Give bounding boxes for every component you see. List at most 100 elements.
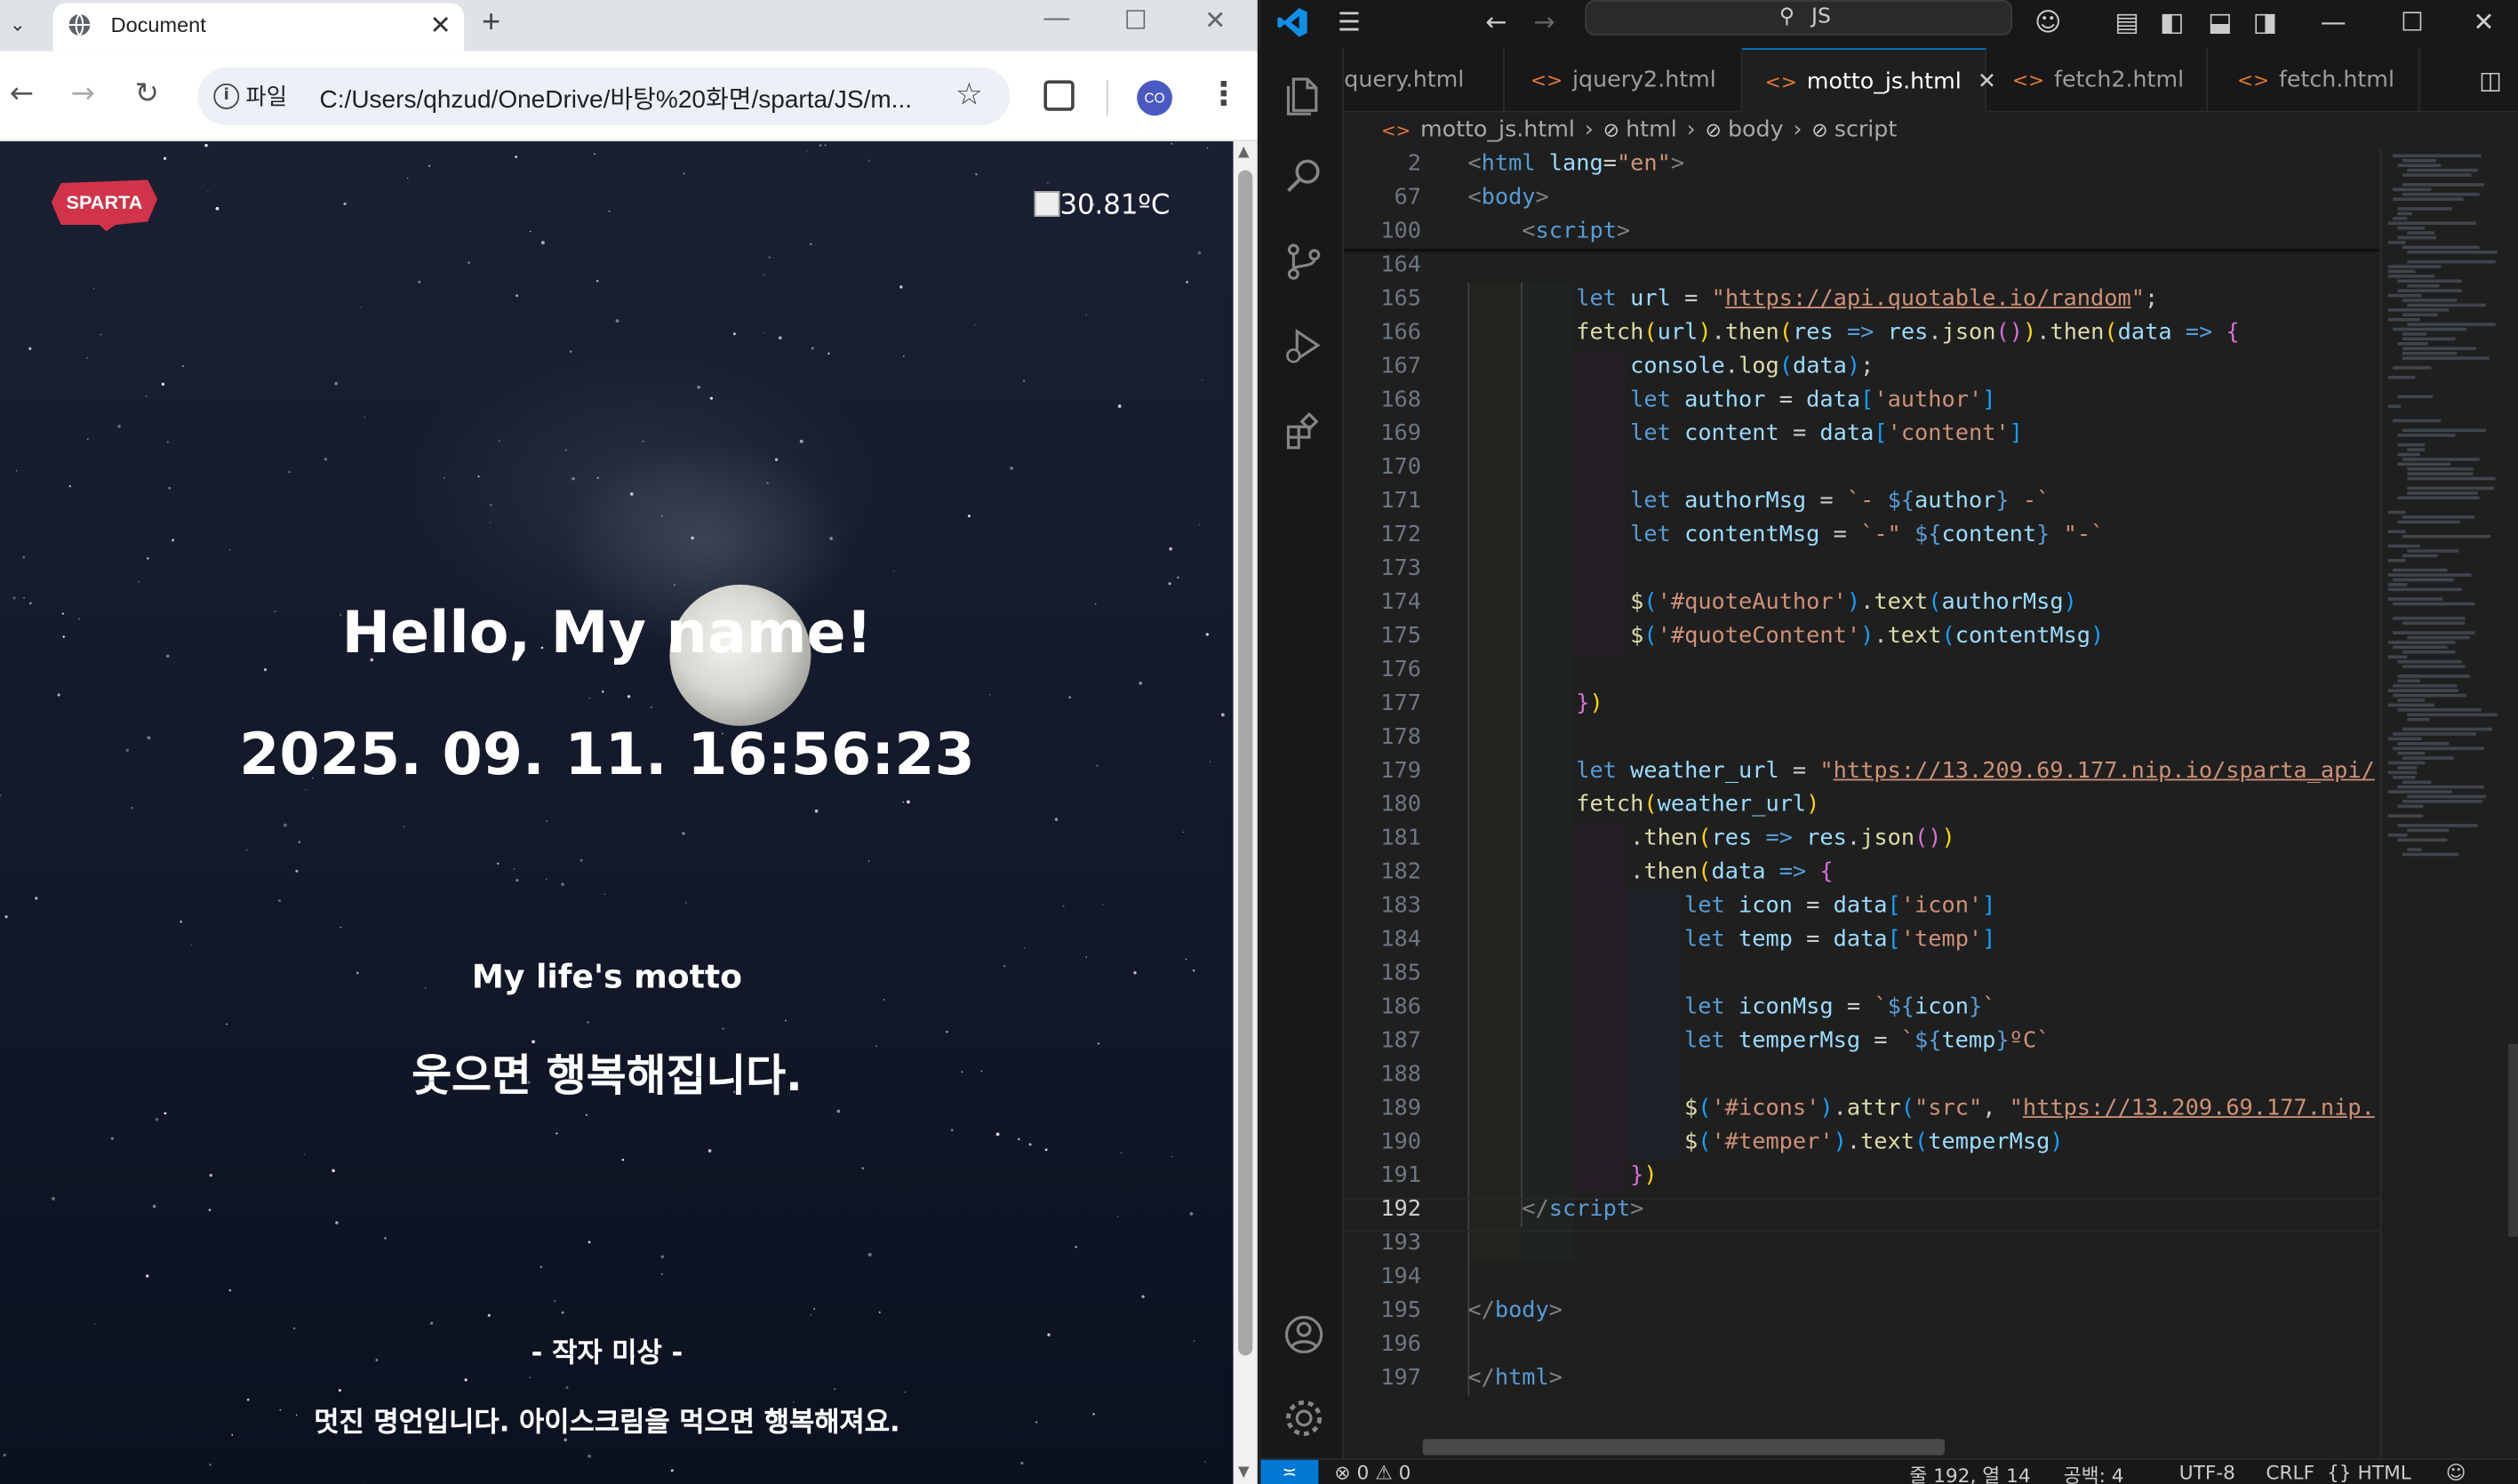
scroll-thumb[interactable] — [1238, 170, 1253, 1356]
toggle-sidebar-icon[interactable]: ◧ — [2160, 6, 2184, 36]
minimap-line — [2387, 317, 2421, 322]
code-line: 184 let temp = data['temp'] — [1380, 926, 1996, 953]
copilot-icon[interactable]: ☺ — [2034, 6, 2061, 36]
minimap-line — [2397, 207, 2453, 211]
code-line: 169 let content = data['content'] — [1380, 420, 2023, 447]
accounts-icon[interactable] — [1283, 1313, 1325, 1355]
editor-vertical-scrollbar[interactable] — [2508, 1043, 2518, 1237]
site-info-icon[interactable]: i — [213, 83, 240, 109]
code-line: 197 </html> — [1380, 1365, 1563, 1392]
source-control-icon[interactable] — [1283, 241, 1325, 283]
minimap-line — [2402, 183, 2485, 187]
minimap-line — [2407, 303, 2487, 307]
browser-tab[interactable]: Document ✕ — [52, 3, 465, 52]
minimap-line — [2402, 727, 2492, 731]
page-scrollbar[interactable]: ▲ ▼ — [1233, 141, 1258, 1484]
bookmark-star-icon[interactable]: ☆ — [955, 77, 983, 113]
code-line: 183 let icon = data['icon'] — [1380, 892, 1996, 919]
menu-hamburger-icon[interactable]: ☰ — [1338, 6, 1361, 36]
minimize-button[interactable]: — — [1043, 4, 1069, 34]
minimap-line — [2393, 746, 2485, 751]
eol-status[interactable]: CRLF — [2266, 1462, 2314, 1484]
close-window-button[interactable]: ✕ — [1204, 4, 1226, 36]
breadcrumb-body[interactable]: body — [1728, 117, 1784, 143]
profile-avatar[interactable]: CO — [1137, 80, 1172, 116]
command-center-search[interactable]: ⚲ JS — [1585, 0, 2012, 36]
url-text[interactable]: C:/Users/qhzud/OneDrive/바탕%20화면/sparta/J… — [320, 80, 912, 116]
code-line: 178 — [1380, 724, 1421, 751]
minimap-line — [2393, 187, 2432, 192]
minimap[interactable] — [2379, 148, 2518, 1459]
minimap-line — [2393, 197, 2464, 201]
vscode-close-button[interactable]: ✕ — [2473, 6, 2494, 36]
run-debug-icon[interactable] — [1283, 324, 1325, 366]
extensions-view-icon[interactable] — [1283, 411, 1325, 453]
explorer-icon[interactable] — [1283, 74, 1325, 116]
menu-kebab-icon[interactable]: ⋮ — [1208, 74, 1240, 112]
new-tab-button[interactable]: + — [482, 4, 500, 42]
toggle-panel-icon[interactable]: ⬓ — [2208, 6, 2232, 36]
minimap-line — [2393, 732, 2477, 736]
tab-search-icon[interactable]: ⌄ — [4, 10, 33, 39]
tab-jquery2-html[interactable]: <> jquery2.html — [1505, 48, 1743, 113]
scroll-down-arrow-icon[interactable]: ▼ — [1238, 1464, 1250, 1480]
tab-fetch-html[interactable]: <> fetch.html — [2208, 48, 2420, 113]
minimap-line — [2387, 530, 2407, 534]
minimap-line — [2407, 794, 2486, 799]
encoding-status[interactable]: UTF-8 — [2179, 1462, 2235, 1484]
minimap-line — [2397, 226, 2426, 230]
minimap-line — [2407, 635, 2469, 640]
scroll-up-arrow-icon[interactable]: ▲ — [1238, 145, 1250, 161]
tab-motto-js-html[interactable]: <> motto_js.html ✕ — [1742, 48, 1996, 113]
reload-icon[interactable]: ↻ — [135, 77, 159, 111]
minimap-line — [2402, 299, 2457, 302]
code-line: 165 let url = "https://api.quotable.io/r… — [1380, 285, 2159, 312]
tab-fetch2-html[interactable]: <> fetch2.html — [1986, 48, 2209, 113]
copilot-status-icon[interactable]: ☺ — [2446, 1462, 2466, 1484]
code-line: 173 — [1380, 555, 1421, 582]
back-icon[interactable]: ← — [10, 77, 34, 111]
maximize-button[interactable]: ☐ — [1124, 4, 1147, 36]
language-mode[interactable]: {} HTML — [2327, 1462, 2411, 1484]
minimap-line — [2387, 375, 2415, 379]
address-bar[interactable]: i 파일 C:/Users/qhzud/OneDrive/바탕%20화면/spa… — [197, 67, 1011, 125]
nav-forward-icon[interactable]: → — [1533, 6, 1555, 36]
layout-customize-icon[interactable]: ▤ — [2115, 6, 2139, 36]
forward-icon[interactable]: → — [70, 77, 94, 111]
breadcrumb-html[interactable]: html — [1626, 117, 1677, 143]
toggle-secondary-sidebar-icon[interactable]: ◨ — [2253, 6, 2277, 36]
nav-back-icon[interactable]: ← — [1485, 6, 1507, 36]
extensions-icon[interactable] — [1043, 80, 1075, 111]
indentation-status[interactable]: 공백: 4 — [2064, 1462, 2124, 1484]
code-line: 186 let iconMsg = `${icon}` — [1380, 993, 1996, 1020]
code-line: 168 let author = data['author'] — [1380, 387, 1996, 413]
minimap-line — [2407, 828, 2449, 833]
close-tab-icon[interactable]: ✕ — [429, 10, 451, 40]
code-editor[interactable]: 2 <html lang="en"> 67 <body> 100 <script> … — [1344, 148, 2380, 1459]
vscode-minimize-button[interactable]: — — [2321, 6, 2346, 36]
minimap-line — [2402, 158, 2436, 163]
editor-horizontal-scrollbar[interactable] — [1422, 1439, 1945, 1456]
minimap-line — [2402, 173, 2472, 177]
code-line: 187 let temperMsg = `${temp}ºC` — [1380, 1027, 2050, 1054]
breadcrumb-file[interactable]: motto_js.html — [1420, 117, 1575, 143]
error-icon: ⊗ — [1334, 1461, 1351, 1484]
minimap-line — [2397, 766, 2417, 770]
minimap-line — [2397, 708, 2482, 712]
minimap-line — [2387, 689, 2458, 692]
code-line: 179 let weather_url = "https://13.209.69… — [1380, 758, 2375, 784]
tab-query-html[interactable]: query.html — [1344, 48, 1505, 113]
element-icon: ⊘ — [1603, 118, 1619, 142]
breadcrumb-script[interactable]: script — [1835, 117, 1897, 143]
minimap-line — [2397, 674, 2470, 678]
vscode-maximize-button[interactable]: ☐ — [2401, 6, 2424, 36]
cursor-position[interactable]: 줄 192, 열 14 — [1909, 1462, 2030, 1484]
remote-indicator-icon[interactable]: ≍ — [1260, 1459, 1319, 1484]
minimap-line — [2407, 168, 2478, 172]
minimap-line — [2402, 332, 2427, 336]
split-editor-icon[interactable]: ◫ — [2479, 66, 2502, 95]
search-view-icon[interactable] — [1283, 155, 1325, 196]
problems-indicator[interactable]: ⊗ 0 ⚠ 0 — [1334, 1462, 1411, 1484]
settings-gear-icon[interactable] — [1283, 1397, 1325, 1439]
html-file-icon: <> — [1530, 68, 1563, 92]
